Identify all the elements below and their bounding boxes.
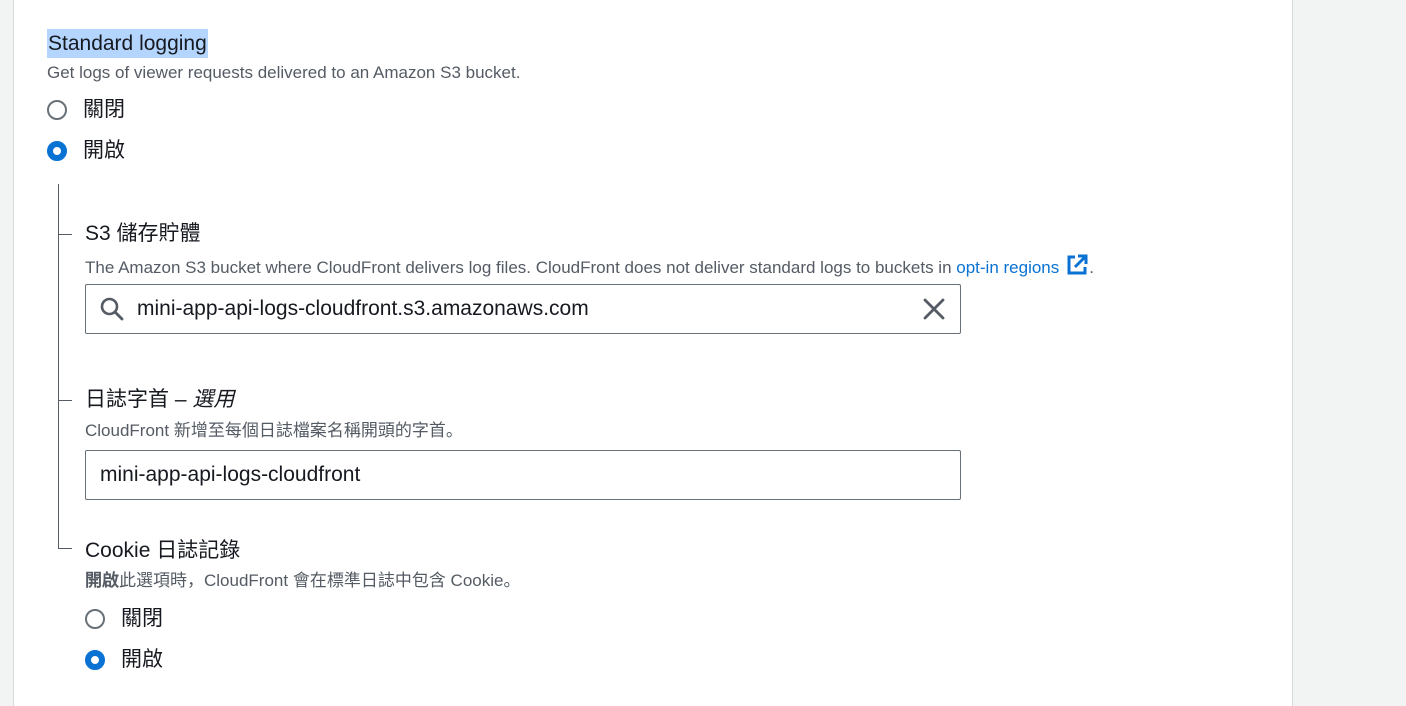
form-panel: Standard logging Get logs of viewer requ…	[13, 0, 1293, 706]
bucket-label: S3 儲存貯體	[85, 222, 201, 245]
prefix-label-text: 日誌字首	[85, 388, 169, 411]
logging-off-radio[interactable]: 關閉	[47, 97, 125, 123]
section-description: Get logs of viewer requests delivered to…	[47, 63, 521, 82]
radio-button-checked[interactable]	[85, 650, 105, 670]
cookie-logging-label: Cookie 日誌記錄	[85, 539, 241, 562]
logging-on-radio[interactable]: 開啟	[47, 138, 125, 164]
radio-label: 開啟	[121, 648, 163, 671]
tree-branch-cookie	[58, 548, 72, 549]
cookie-logging-description: 開啟此選項時，CloudFront 會在標準日誌中包含 Cookie。	[85, 569, 520, 593]
cookie-off-radio[interactable]: 關閉	[85, 606, 163, 632]
radio-button-unchecked[interactable]	[47, 100, 67, 120]
tree-connector-line	[58, 184, 59, 548]
tree-branch-bucket	[58, 234, 72, 235]
cookie-description-bold: 開啟	[85, 571, 119, 590]
bucket-description-end: .	[1089, 258, 1094, 277]
prefix-description: CloudFront 新增至每個日誌檔案名稱開頭的字首。	[85, 421, 463, 440]
close-icon[interactable]	[922, 297, 946, 321]
section-title: Standard logging	[47, 29, 208, 58]
prefix-input[interactable]: mini-app-api-logs-cloudfront	[85, 450, 961, 500]
bucket-description-text: The Amazon S3 bucket where CloudFront de…	[85, 258, 957, 277]
prefix-label: 日誌字首 – 選用	[85, 386, 234, 414]
search-icon	[99, 296, 125, 322]
tree-branch-prefix	[58, 400, 72, 401]
prefix-input-value[interactable]: mini-app-api-logs-cloudfront	[86, 463, 960, 487]
bucket-search-input[interactable]: mini-app-api-logs-cloudfront.s3.amazonaw…	[85, 284, 961, 334]
radio-label: 關閉	[83, 98, 125, 121]
optional-tag: 選用	[192, 388, 235, 411]
external-link-icon[interactable]	[1065, 253, 1089, 277]
cookie-on-radio[interactable]: 開啟	[85, 647, 163, 673]
bucket-description: The Amazon S3 bucket where CloudFront de…	[85, 253, 1094, 280]
prefix-label-separator: –	[169, 388, 193, 411]
radio-label: 關閉	[121, 607, 163, 630]
radio-button-checked[interactable]	[47, 141, 67, 161]
cookie-description-text: 此選項時，CloudFront 會在標準日誌中包含 Cookie。	[119, 571, 521, 590]
bucket-input-value[interactable]: mini-app-api-logs-cloudfront.s3.amazonaw…	[137, 297, 922, 321]
radio-button-unchecked[interactable]	[85, 609, 105, 629]
opt-in-regions-link[interactable]: opt-in regions	[956, 258, 1059, 277]
radio-label: 開啟	[83, 139, 125, 162]
